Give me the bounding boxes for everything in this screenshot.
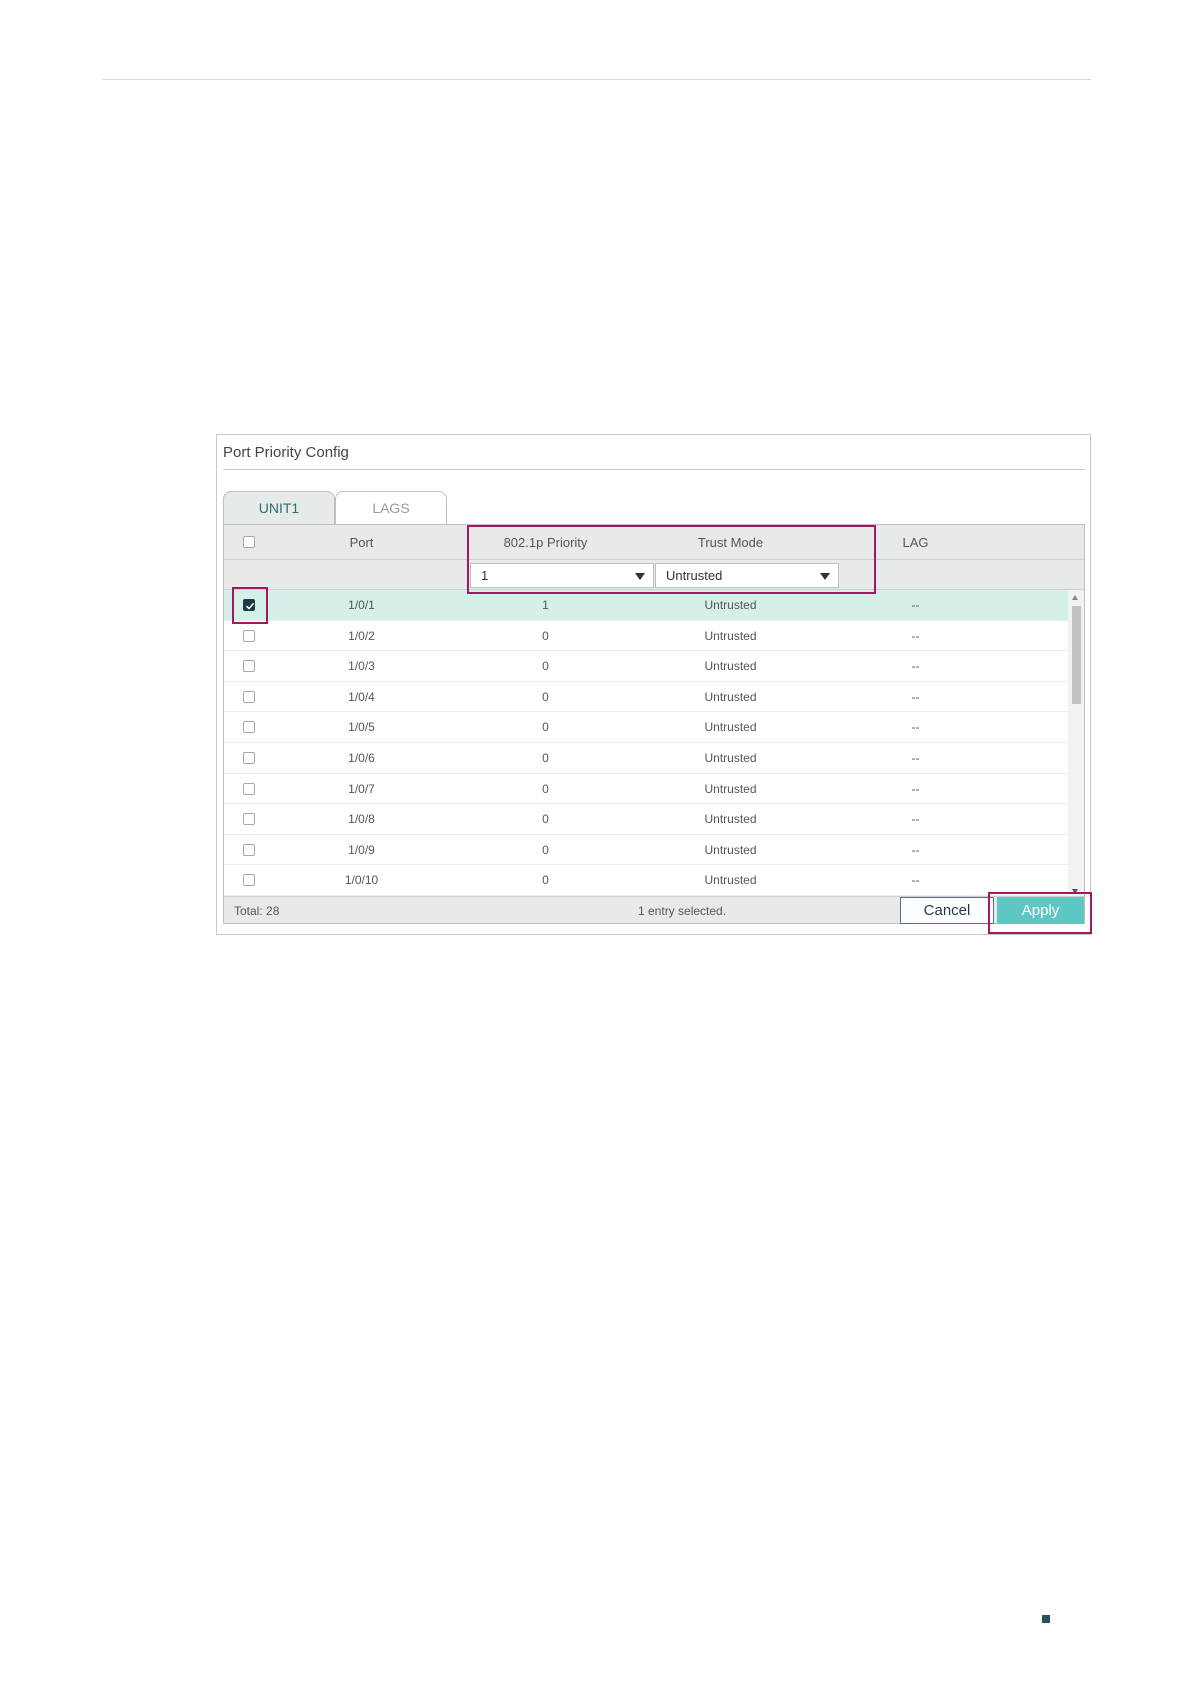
table-row[interactable]: 1/0/6 0 Untrusted -- — [224, 743, 1068, 774]
table-row[interactable]: 1/0/9 0 Untrusted -- — [224, 835, 1068, 866]
cell-port: 1/0/1 — [348, 598, 375, 612]
cell-priority: 0 — [542, 812, 549, 827]
column-header-port: Port — [349, 535, 374, 550]
row-checkbox[interactable] — [243, 660, 255, 673]
cell-trust-mode: Untrusted — [704, 873, 757, 888]
total-count: Total: 28 — [234, 904, 280, 918]
row-checkbox[interactable] — [243, 843, 255, 856]
cell-priority: 0 — [542, 659, 549, 674]
cell-trust-mode: Untrusted — [704, 628, 757, 643]
row-checkbox[interactable] — [243, 782, 255, 795]
cell-port: 1/0/5 — [348, 720, 375, 735]
cell-priority: 1 — [542, 598, 549, 612]
cell-lag: -- — [911, 781, 920, 796]
cell-lag: -- — [911, 689, 920, 704]
cell-port: 1/0/3 — [348, 659, 375, 674]
table-row[interactable]: 1/0/1 1 Untrusted -- — [224, 590, 1068, 621]
cell-priority: 0 — [542, 873, 549, 888]
cell-trust-mode: Untrusted — [704, 598, 757, 612]
cell-trust-mode: Untrusted — [704, 842, 757, 857]
row-checkbox[interactable] — [243, 874, 255, 887]
row-checkbox[interactable] — [243, 690, 255, 703]
table-row[interactable]: 1/0/4 0 Untrusted -- — [224, 682, 1068, 713]
cell-priority: 0 — [542, 689, 549, 704]
table-body: 1/0/1 1 Untrusted -- 1/0/2 0 Untrusted -… — [224, 590, 1068, 896]
top-divider — [102, 79, 1091, 80]
row-checkbox[interactable] — [243, 751, 255, 764]
cell-priority: 0 — [542, 781, 549, 796]
cell-lag: -- — [911, 750, 920, 765]
port-priority-config-panel: Port Priority Config UNIT1 LAGS Port 802… — [216, 434, 1091, 935]
table-scrollbar[interactable] — [1068, 590, 1084, 896]
cell-port: 1/0/9 — [348, 842, 375, 857]
cell-port: 1/0/2 — [348, 628, 375, 643]
cell-trust-mode: Untrusted — [704, 720, 757, 735]
tab-lags[interactable]: LAGS — [335, 491, 447, 524]
cell-trust-mode: Untrusted — [704, 812, 757, 827]
panel-title: Port Priority Config — [223, 444, 349, 461]
highlight-box-checkbox — [232, 587, 268, 624]
cell-port: 1/0/8 — [348, 812, 375, 827]
cell-trust-mode: Untrusted — [704, 781, 757, 796]
tab-unit1[interactable]: UNIT1 — [223, 491, 335, 524]
cancel-button[interactable]: Cancel — [900, 897, 994, 924]
highlight-box-priority-trust — [467, 525, 876, 594]
cell-port: 1/0/4 — [348, 689, 375, 704]
panel-divider — [223, 469, 1085, 470]
cell-port: 1/0/10 — [344, 873, 379, 888]
cell-priority: 0 — [542, 750, 549, 765]
cell-lag: -- — [911, 873, 920, 888]
cell-lag: -- — [911, 598, 920, 612]
table-footer: Total: 28 1 entry selected. Cancel Apply — [224, 896, 1084, 924]
cell-lag: -- — [911, 842, 920, 857]
cell-trust-mode: Untrusted — [704, 659, 757, 674]
cell-lag: -- — [911, 628, 920, 643]
table-row[interactable]: 1/0/7 0 Untrusted -- — [224, 774, 1068, 805]
row-checkbox[interactable] — [243, 813, 255, 826]
row-checkbox[interactable] — [243, 629, 255, 642]
cell-lag: -- — [911, 659, 920, 674]
cell-lag: -- — [911, 720, 920, 735]
table-row[interactable]: 1/0/10 0 Untrusted -- — [224, 865, 1068, 896]
cell-trust-mode: Untrusted — [704, 689, 757, 704]
page-marker — [1042, 1615, 1050, 1623]
cell-priority: 0 — [542, 628, 549, 643]
row-checkbox[interactable] — [243, 721, 255, 734]
cell-port: 1/0/6 — [348, 750, 375, 765]
cell-lag: -- — [911, 812, 920, 827]
cell-priority: 0 — [542, 842, 549, 857]
table-row[interactable]: 1/0/8 0 Untrusted -- — [224, 804, 1068, 835]
selection-status: 1 entry selected. — [638, 904, 727, 918]
cell-trust-mode: Untrusted — [704, 750, 757, 765]
scroll-up-icon[interactable] — [1072, 595, 1078, 600]
table-row[interactable]: 1/0/2 0 Untrusted -- — [224, 621, 1068, 652]
select-all-checkbox[interactable] — [243, 536, 255, 548]
cell-priority: 0 — [542, 720, 549, 735]
highlight-box-apply — [988, 892, 1092, 934]
cell-port: 1/0/7 — [348, 781, 375, 796]
table-row[interactable]: 1/0/3 0 Untrusted -- — [224, 651, 1068, 682]
table-row[interactable]: 1/0/5 0 Untrusted -- — [224, 712, 1068, 743]
scrollbar-thumb[interactable] — [1072, 606, 1081, 704]
